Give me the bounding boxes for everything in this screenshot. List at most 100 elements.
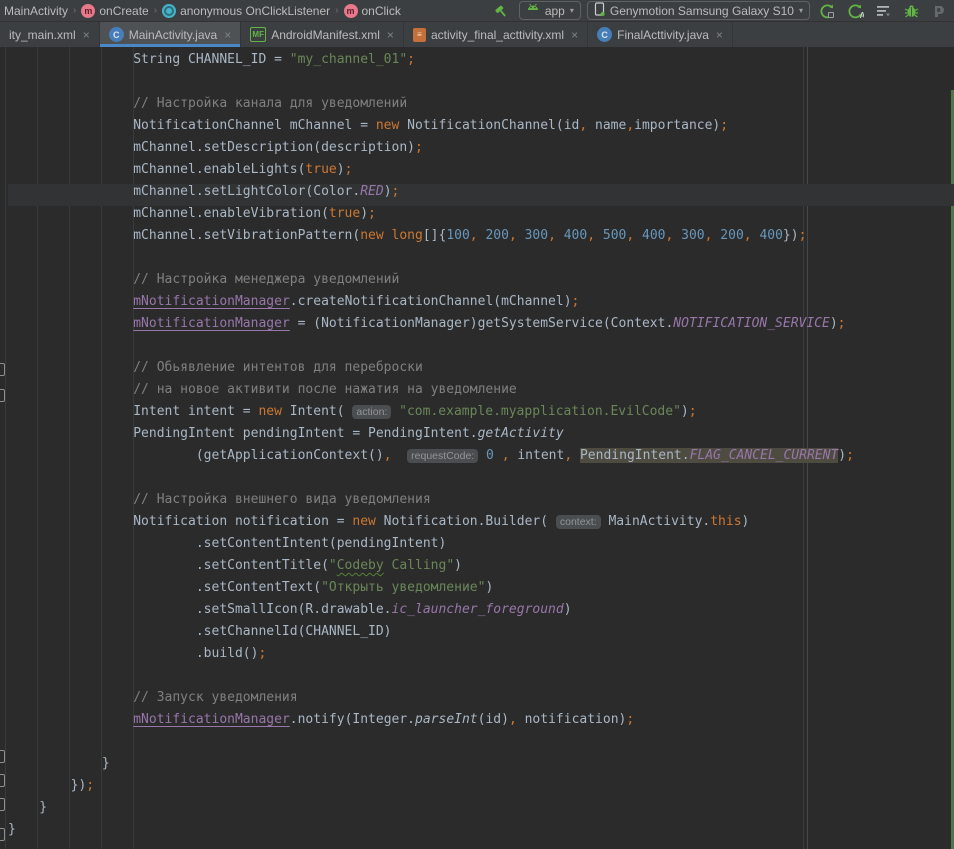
code-token: ; — [392, 184, 400, 199]
code-line[interactable]: // Настройка канала для уведомлений — [8, 96, 954, 118]
chevron-down-icon: ▾ — [570, 6, 574, 15]
code-token: (getApplicationContext() — [8, 448, 384, 463]
code-token: this — [710, 514, 741, 529]
breadcrumb-item[interactable]: monClick — [344, 4, 401, 18]
attach-debugger-icon[interactable] — [928, 2, 950, 20]
code-line[interactable]: mNotificationManager.createNotificationC… — [8, 294, 954, 316]
code-line[interactable] — [8, 250, 954, 272]
code-token: 300 — [525, 228, 548, 243]
code-line[interactable] — [8, 74, 954, 96]
code-line[interactable]: // Запуск уведомления — [8, 690, 954, 712]
code-token: mNotificationManager — [133, 294, 290, 309]
code-line[interactable]: Intent intent = new Intent( action: "com… — [8, 404, 954, 426]
code-line[interactable]: mNotificationManager = (NotificationMana… — [8, 316, 954, 338]
code-token: new — [352, 514, 375, 529]
apply-changes-icon[interactable] — [816, 2, 838, 20]
code-token: RED — [360, 184, 383, 199]
code-line[interactable]: } — [8, 800, 954, 822]
code-token: notification) — [517, 712, 627, 727]
code-line[interactable]: Notification notification = new Notifica… — [8, 514, 954, 536]
code-line[interactable]: mNotificationManager.notify(Integer.pars… — [8, 712, 954, 734]
code-line[interactable]: mChannel.enableLights(true); — [8, 162, 954, 184]
code-token: 400 — [642, 228, 665, 243]
breadcrumb-item[interactable]: MainActivity — [4, 4, 68, 18]
code-line[interactable] — [8, 470, 954, 492]
editor-tab[interactable]: CMainActivity.java× — [100, 22, 242, 47]
ide-window: MainActivity › monCreate › anonymous OnClick… — [0, 0, 954, 849]
code-line[interactable]: .setChannelId(CHANNEL_ID) — [8, 624, 954, 646]
code-token: NotificationChannel(id — [399, 118, 579, 133]
breadcrumb-separator: › — [73, 5, 76, 16]
apply-code-changes-icon[interactable]: A — [844, 2, 866, 20]
code-line[interactable]: mChannel.setVibrationPattern(new long[]{… — [8, 228, 954, 250]
code-line[interactable] — [8, 734, 954, 756]
code-line[interactable]: .build(); — [8, 646, 954, 668]
code-token: ; — [799, 228, 807, 243]
code-token: // Настройка внешнего вида уведомления — [8, 492, 431, 507]
editor-tab[interactable]: ity_main.xml× — [0, 22, 100, 47]
code-editor[interactable]: String CHANNEL_ID = "my_channel_01"; // … — [0, 47, 954, 849]
code-token: ) — [337, 162, 345, 177]
code-token — [391, 404, 399, 419]
device-selector[interactable]: Genymotion Samsung Galaxy S10 ▾ — [587, 1, 810, 20]
code-line[interactable]: (getApplicationContext(), requestCode: 0… — [8, 448, 954, 470]
code-line[interactable] — [8, 668, 954, 690]
code-token: 200 — [485, 228, 508, 243]
editor-tab[interactable]: ≡activity_final_acttivity.xml× — [404, 22, 588, 47]
editor-tab[interactable]: CFinalActtivity.java× — [588, 22, 733, 47]
breadcrumb-separator: › — [335, 5, 338, 16]
code-line[interactable]: .setContentTitle("Codeby Calling") — [8, 558, 954, 580]
code-line[interactable]: NotificationChannel mChannel = new Notif… — [8, 118, 954, 140]
editor-tab[interactable]: MFAndroidManifest.xml× — [241, 22, 404, 47]
code-token: "com.example.myapplication.EvilCode" — [399, 404, 681, 419]
code-token — [478, 448, 486, 463]
java-class-icon: C — [597, 27, 612, 42]
svg-text:A: A — [859, 11, 864, 19]
code-token: 200 — [720, 228, 743, 243]
code-line[interactable]: PendingIntent pendingIntent = PendingInt… — [8, 426, 954, 448]
tab-close-icon[interactable]: × — [716, 28, 723, 42]
code-token: true — [305, 162, 336, 177]
tab-close-icon[interactable]: × — [387, 28, 394, 42]
tab-label: AndroidManifest.xml — [271, 28, 380, 42]
breadcrumb-item[interactable]: anonymous OnClickListener — [162, 4, 330, 18]
tab-close-icon[interactable]: × — [571, 28, 578, 42]
run-toolbar: app ▾ Genymotion Samsung Galaxy S10 ▾ A — [491, 1, 950, 20]
run-config-selector[interactable]: app ▾ — [519, 1, 581, 20]
code-token: // Настройка канала для уведомлений — [8, 96, 407, 111]
tab-close-icon[interactable]: × — [224, 28, 231, 42]
profiler-icon[interactable] — [872, 2, 894, 20]
code-line[interactable]: // Обьявление интентов для переброски — [8, 360, 954, 382]
code-token: ) — [681, 404, 689, 419]
code-line[interactable]: // Настройка менеджера уведомлений — [8, 272, 954, 294]
code-token: , — [564, 448, 572, 463]
code-line[interactable]: String CHANNEL_ID = "my_channel_01"; — [8, 52, 954, 74]
code-token — [595, 228, 603, 243]
tab-close-icon[interactable]: × — [83, 28, 90, 42]
code-token: mChannel.setLightColor(Color. — [8, 184, 360, 199]
code-token: .setSmallIcon(R.drawable. — [8, 602, 392, 617]
code-line[interactable]: .setContentIntent(pendingIntent) — [8, 536, 954, 558]
build-hammer-icon[interactable] — [491, 2, 513, 20]
code-line[interactable]: // Настройка внешнего вида уведомления — [8, 492, 954, 514]
code-line[interactable]: } — [8, 756, 954, 778]
code-line[interactable]: mChannel.setDescription(description); — [8, 140, 954, 162]
code-token: }) — [783, 228, 799, 243]
code-token: parseInt — [415, 712, 478, 727]
code-token: 400 — [759, 228, 782, 243]
code-line[interactable]: mChannel.enableVibration(true); — [8, 206, 954, 228]
code-token — [8, 294, 133, 309]
code-line-current[interactable]: mChannel.setLightColor(Color.RED); — [8, 184, 954, 206]
layout-xml-file-icon: ≡ — [413, 28, 426, 42]
code-line[interactable]: } — [8, 822, 954, 844]
code-token: Codeby — [337, 558, 384, 573]
breadcrumb-item[interactable]: monCreate — [81, 4, 148, 18]
code-line[interactable]: .setSmallIcon(R.drawable.ic_launcher_for… — [8, 602, 954, 624]
code-line[interactable]: }); — [8, 778, 954, 800]
code-line[interactable]: .setContentText("Открыть уведомление") — [8, 580, 954, 602]
debug-bug-icon[interactable] — [900, 2, 922, 20]
code-lines: String CHANNEL_ID = "my_channel_01"; // … — [0, 47, 954, 844]
code-line[interactable] — [8, 338, 954, 360]
code-line[interactable]: // на новое активити после нажатия на ув… — [8, 382, 954, 404]
breadcrumb-label: MainActivity — [4, 4, 68, 18]
